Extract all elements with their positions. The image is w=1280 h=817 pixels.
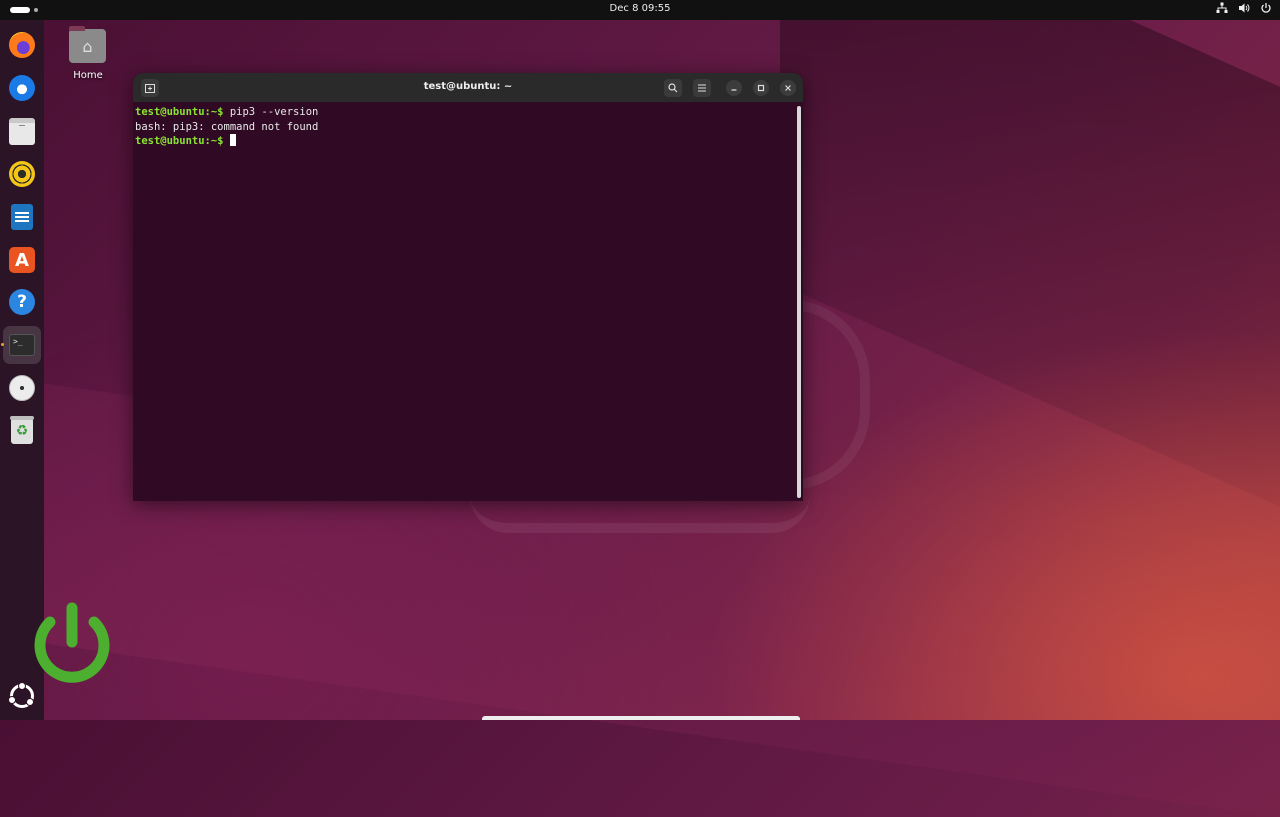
thunderbird-icon [9,75,35,101]
prompt: test@ubuntu:~$ [135,106,224,118]
dock-item-thunderbird[interactable] [6,72,38,104]
app-center-icon: A [9,247,35,273]
files-icon [9,117,35,145]
clock[interactable]: Dec 8 09:55 [0,3,1280,14]
maximize-button[interactable] [753,80,769,96]
dock-item-optical-drive[interactable] [6,372,38,404]
dock-item-terminal[interactable]: >_ [3,326,41,364]
firefox-icon [9,32,35,58]
terminal-line: test@ubuntu:~$ [135,134,801,149]
network-icon [1216,2,1228,13]
home-folder-icon[interactable]: ⌂ [69,26,106,63]
dock-item-help[interactable]: ? [6,286,38,318]
menu-button[interactable] [693,79,711,97]
writer-icon [11,204,33,230]
trash-icon: ♻ [10,416,34,444]
top-bar: Dec 8 09:55 [0,0,1280,20]
close-icon [785,85,791,91]
ubuntu-icon-dot [26,698,34,706]
terminal-line: bash: pip3: command not found [135,120,801,135]
search-icon [668,83,678,93]
dock-item-writer[interactable] [6,201,38,233]
close-button[interactable] [780,80,796,96]
terminal-window[interactable]: test@ubuntu: ~ test@ubuntu:~$ pip3 --ver… [133,73,803,501]
terminal-headerbar[interactable]: test@ubuntu: ~ [133,73,803,102]
ubuntu-icon-dot [18,682,26,690]
dock-item-files[interactable] [6,115,38,147]
help-icon: ? [9,289,35,315]
power-icon [1261,3,1271,13]
dock-item-rhythmbox[interactable] [6,158,38,190]
output-text: bash: pip3: command not found [135,120,319,133]
system-tray[interactable] [1216,2,1272,14]
home-folder-label[interactable]: Home [60,70,116,81]
maximize-icon [757,84,765,92]
prompt: test@ubuntu:~$ [135,135,224,148]
scrollbar[interactable] [797,106,801,498]
dock-item-app-center[interactable]: A [6,244,38,276]
terminal-line: test@ubuntu:~$ pip3 --version [135,105,801,120]
dock-item-trash[interactable]: ♻ [6,415,38,447]
volume-icon [1239,3,1250,13]
dock-item-firefox[interactable] [6,29,38,61]
search-button[interactable] [664,79,682,97]
disc-icon [9,375,35,401]
ubuntu-icon-dot [8,696,16,704]
rhythmbox-icon [9,161,35,187]
terminal-icon: >_ [9,334,35,356]
minimize-icon [731,89,737,91]
terminal-output[interactable]: test@ubuntu:~$ pip3 --version bash: pip3:… [133,102,803,152]
hamburger-icon [698,84,706,92]
running-indicator [1,343,4,346]
power-logo-icon [34,602,110,683]
text-cursor [229,134,236,147]
minimize-button[interactable] [726,80,742,96]
command-text: pip3 --version [223,106,319,118]
window-preview-edge [482,716,800,720]
